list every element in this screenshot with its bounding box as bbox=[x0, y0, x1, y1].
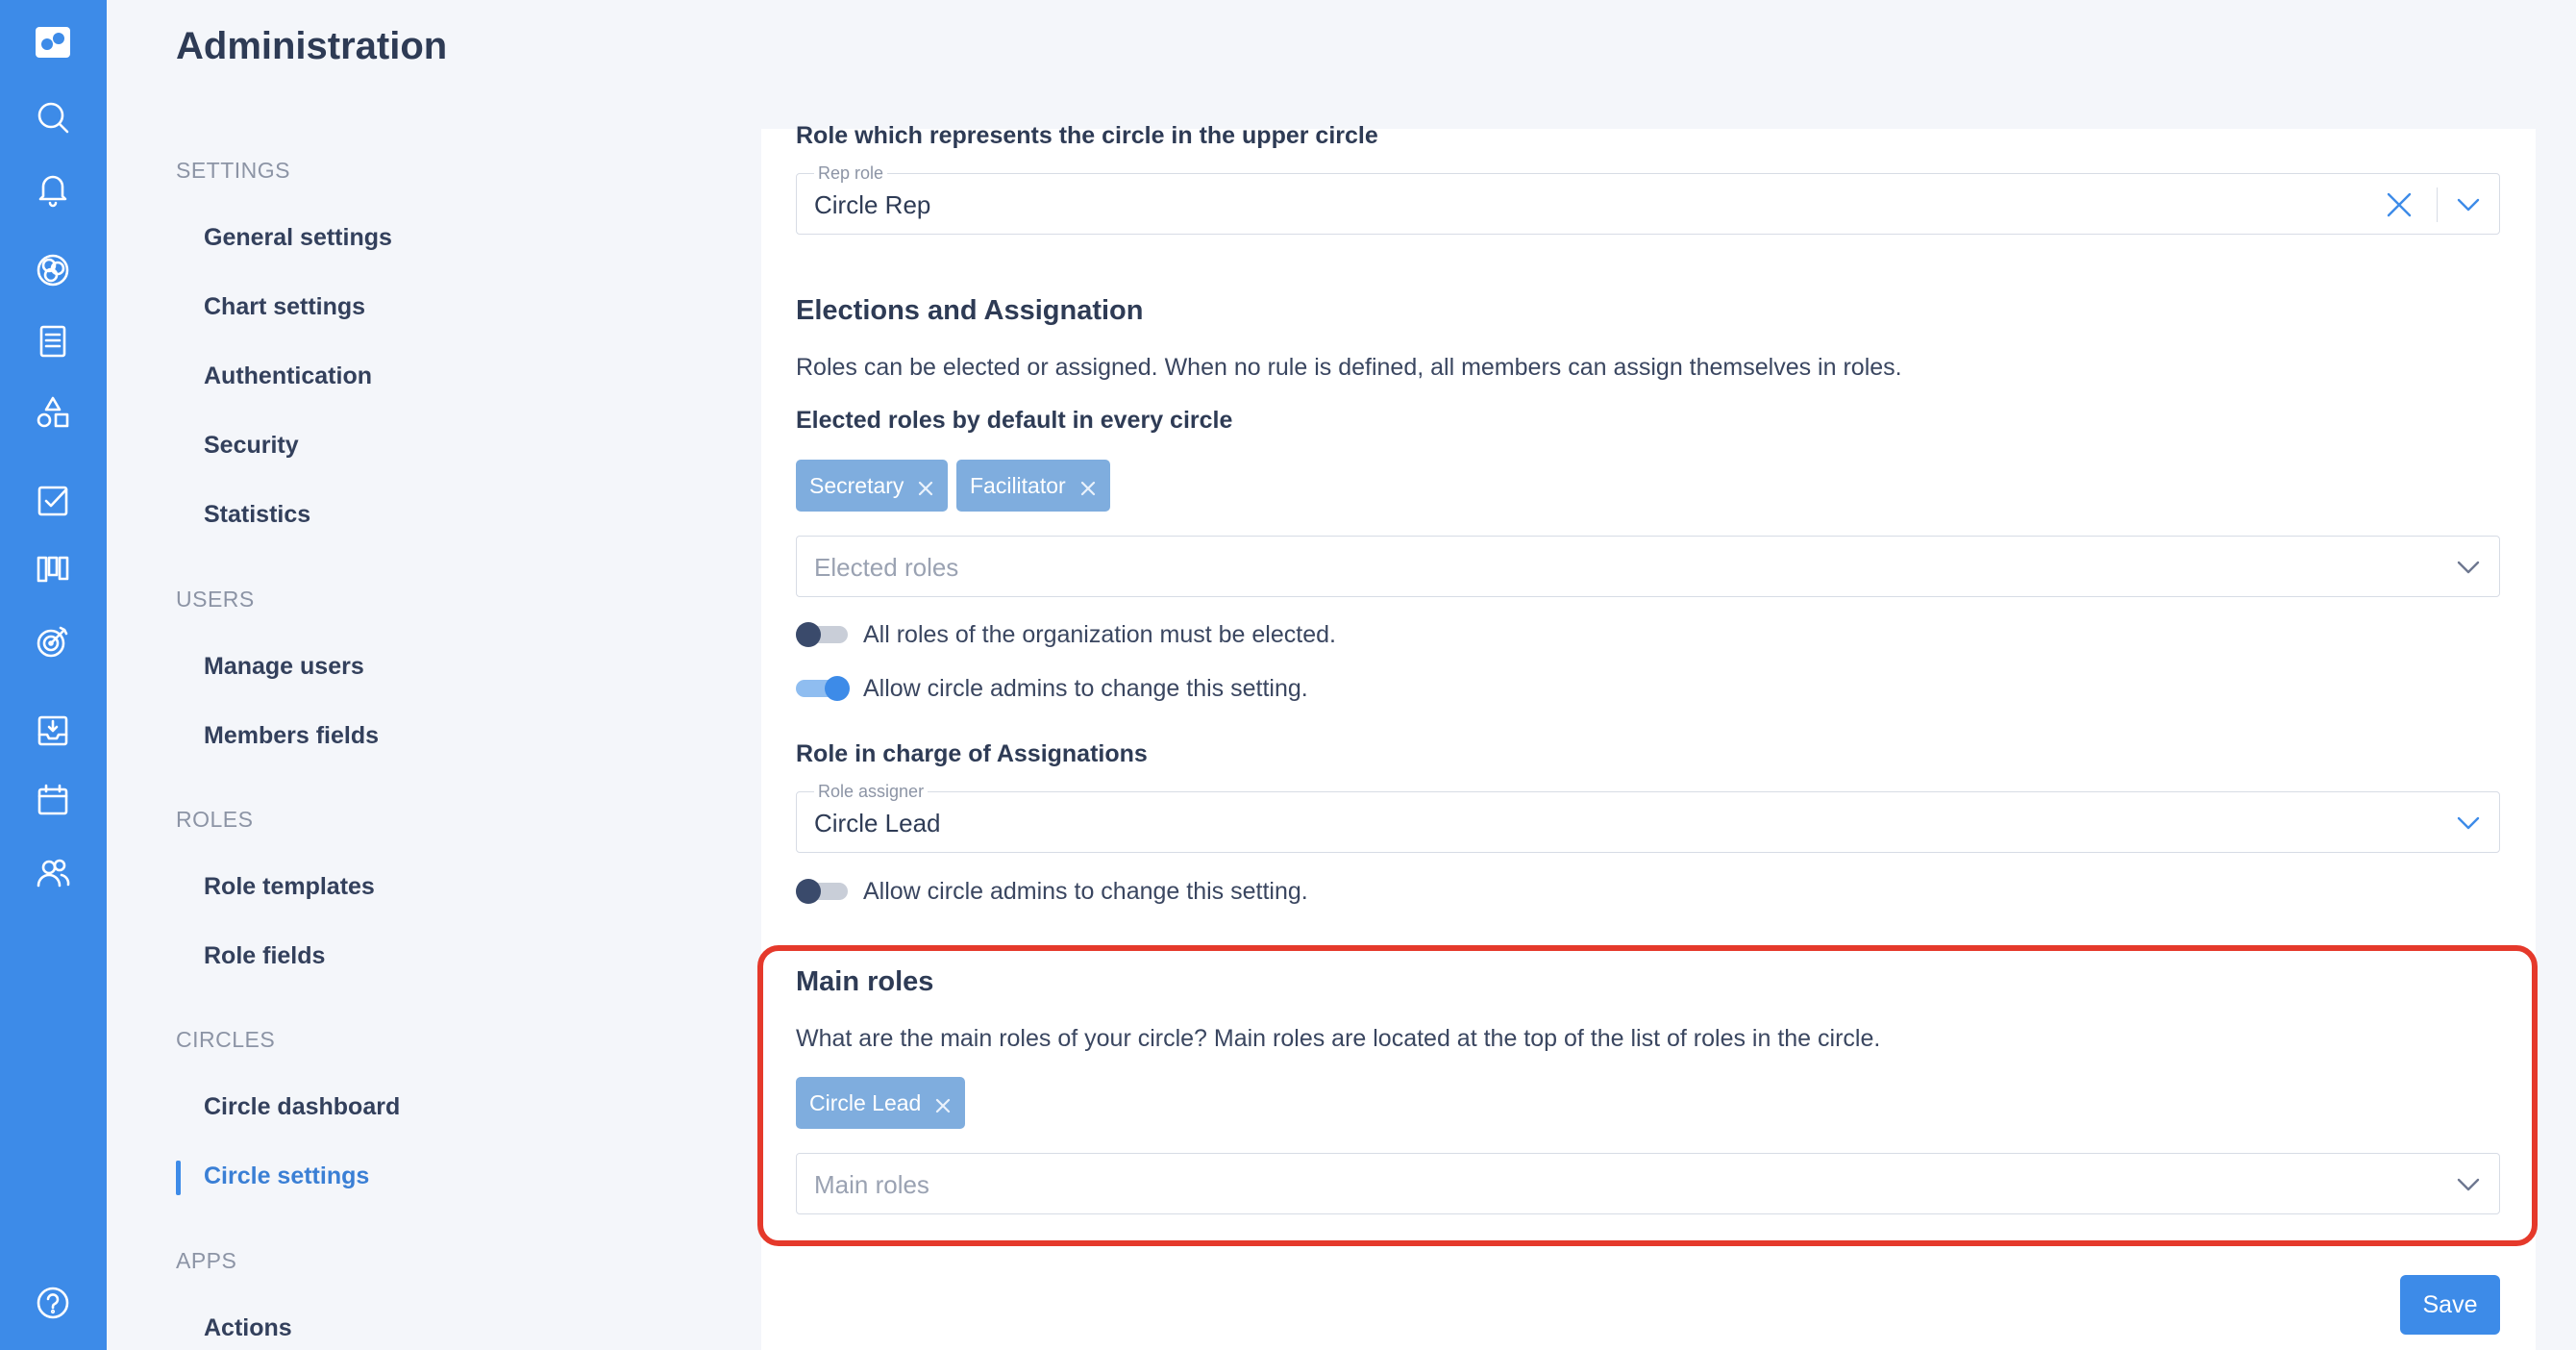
help-icon[interactable] bbox=[24, 1274, 82, 1332]
inbox-icon[interactable] bbox=[24, 702, 82, 760]
rep-role-heading: Role which represents the circle in the … bbox=[796, 122, 1378, 149]
chip-facilitator: Facilitator bbox=[956, 460, 1110, 512]
chevron-down-icon[interactable] bbox=[2455, 810, 2482, 837]
field-divider bbox=[2436, 188, 2438, 222]
document-icon[interactable] bbox=[24, 312, 82, 370]
nav-item-manage-users[interactable]: Manage users bbox=[204, 653, 364, 681]
toggle-knob bbox=[796, 879, 821, 904]
nav-item-authentication[interactable]: Authentication bbox=[204, 362, 372, 390]
role-assigner-value: Circle Lead bbox=[814, 809, 941, 838]
circles-icon[interactable] bbox=[24, 241, 82, 299]
nav-item-chart-settings[interactable]: Chart settings bbox=[204, 293, 365, 321]
nav-item-members-fields[interactable]: Members fields bbox=[204, 722, 379, 750]
save-button[interactable]: Save bbox=[2400, 1275, 2500, 1335]
toggle-knob bbox=[796, 622, 821, 647]
elections-description: Roles can be elected or assigned. When n… bbox=[796, 354, 1902, 381]
toggle-assignations-admins-label: Allow circle admins to change this setti… bbox=[863, 878, 1308, 905]
bell-icon[interactable] bbox=[24, 160, 82, 217]
active-indicator bbox=[176, 1161, 181, 1195]
elected-roles-label: Elected roles by default in every circle bbox=[796, 407, 1233, 434]
nav-section-circles: CIRCLES bbox=[176, 1027, 276, 1052]
chip-label: Secretary bbox=[809, 472, 904, 498]
people-icon[interactable] bbox=[24, 844, 82, 902]
role-assigner-label: Role assigner bbox=[814, 782, 929, 802]
target-icon[interactable] bbox=[24, 612, 82, 670]
nav-section-settings: SETTINGS bbox=[176, 158, 291, 183]
shapes-icon[interactable] bbox=[24, 384, 82, 441]
rep-role-select[interactable]: Rep role Circle Rep bbox=[796, 163, 2500, 235]
board-icon[interactable] bbox=[24, 540, 82, 598]
nav-item-role-templates[interactable]: Role templates bbox=[204, 873, 375, 901]
rep-role-value: Circle Rep bbox=[814, 190, 931, 219]
toggle-elections-admins-label: Allow circle admins to change this setti… bbox=[863, 675, 1308, 702]
nav-section-roles: ROLES bbox=[176, 807, 254, 832]
nav-item-circle-dashboard[interactable]: Circle dashboard bbox=[204, 1093, 400, 1121]
assignations-title: Role in charge of Assignations bbox=[796, 740, 1148, 767]
toggle-assignations-admins[interactable] bbox=[796, 879, 848, 904]
elections-title: Elections and Assignation bbox=[796, 295, 1144, 326]
nav-item-circle-settings[interactable]: Circle settings bbox=[204, 1162, 369, 1190]
nav-item-general-settings[interactable]: General settings bbox=[204, 224, 392, 252]
app-logo-icon[interactable] bbox=[24, 13, 82, 71]
page-title: Administration bbox=[176, 25, 448, 67]
nav-item-role-fields[interactable]: Role fields bbox=[204, 942, 325, 970]
rep-role-label: Rep role bbox=[814, 163, 888, 184]
nav-item-security[interactable]: Security bbox=[204, 432, 299, 460]
chevron-down-icon[interactable] bbox=[2455, 191, 2482, 218]
elected-roles-placeholder: Elected roles bbox=[814, 553, 959, 582]
chevron-down-icon[interactable] bbox=[2455, 554, 2482, 581]
remove-chip-icon[interactable] bbox=[1079, 477, 1097, 496]
calendar-icon[interactable] bbox=[24, 771, 82, 829]
toggle-all-roles-elected-label: All roles of the organization must be el… bbox=[863, 621, 1336, 648]
remove-chip-icon[interactable] bbox=[917, 477, 934, 496]
nav-item-actions[interactable]: Actions bbox=[204, 1314, 292, 1342]
toggle-knob bbox=[825, 676, 850, 701]
toggle-elections-admins[interactable] bbox=[796, 676, 850, 701]
highlight-box bbox=[757, 945, 2538, 1246]
icon-rail bbox=[0, 0, 107, 1350]
elected-roles-select[interactable]: Elected roles bbox=[796, 536, 2500, 597]
search-icon[interactable] bbox=[24, 88, 82, 146]
role-assigner-select[interactable]: Role assigner Circle Lead bbox=[796, 782, 2500, 853]
nav-section-apps: APPS bbox=[176, 1248, 237, 1273]
clear-icon[interactable] bbox=[2384, 189, 2415, 220]
chip-secretary: Secretary bbox=[796, 460, 949, 512]
toggle-all-roles-elected[interactable] bbox=[796, 622, 848, 647]
nav-section-users: USERS bbox=[176, 587, 255, 612]
checkbox-icon[interactable] bbox=[24, 472, 82, 530]
nav-item-statistics[interactable]: Statistics bbox=[204, 501, 310, 529]
chip-label: Facilitator bbox=[970, 472, 1066, 498]
